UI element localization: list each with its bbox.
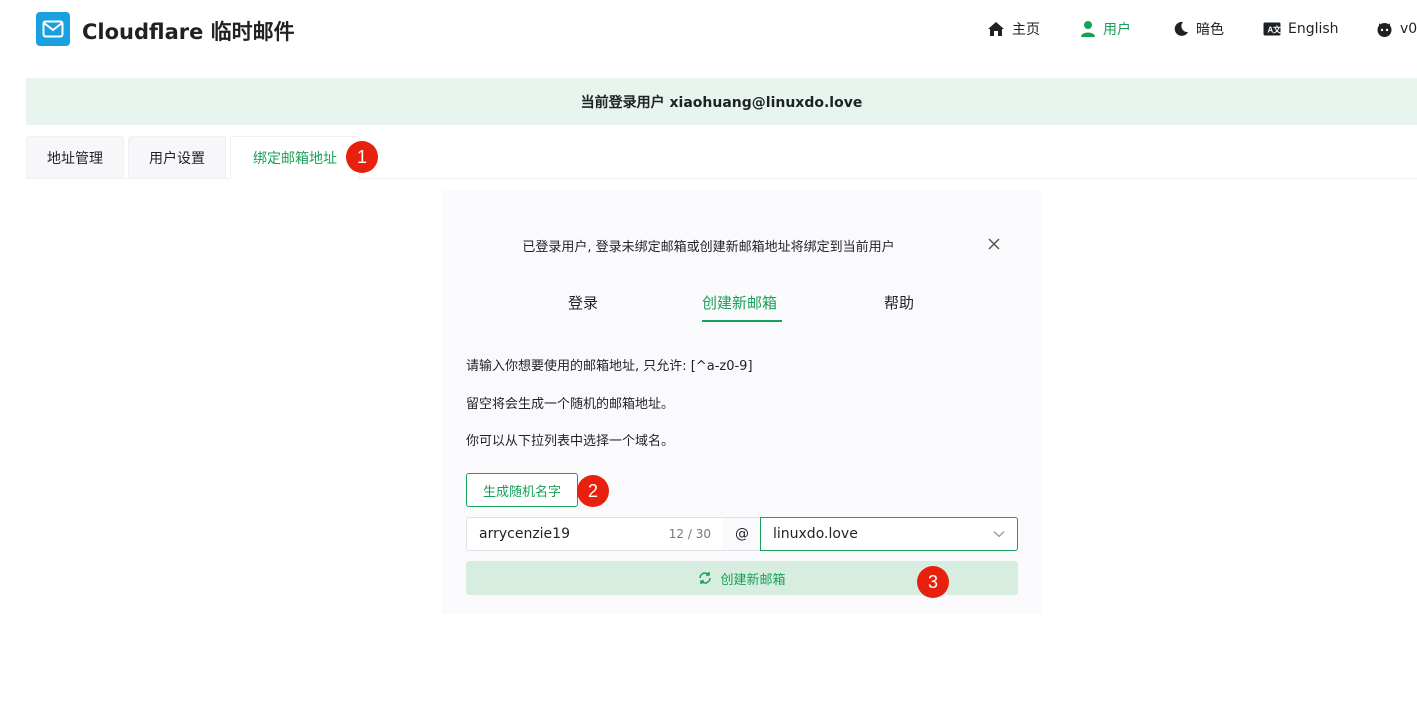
translate-icon: A文 xyxy=(1263,22,1281,36)
nav-user-label: 用户 xyxy=(1103,22,1131,38)
user-icon xyxy=(1081,21,1095,37)
app-title: Cloudflare 临时邮件 xyxy=(82,20,295,44)
moon-icon xyxy=(1174,21,1188,36)
nav-dark-mode[interactable]: 暗色 xyxy=(1173,18,1224,40)
card-title: 已登录用户, 登录未绑定邮箱或创建新邮箱地址将绑定到当前用户 xyxy=(522,240,895,255)
step-marker-2: 2 xyxy=(577,475,609,507)
step-marker-1: 1 xyxy=(346,141,378,173)
subtab-active-indicator xyxy=(702,320,782,322)
home-icon xyxy=(988,22,1004,36)
tab-user-settings[interactable]: 用户设置 xyxy=(128,136,226,179)
nav-home[interactable]: 主页 xyxy=(987,18,1040,40)
nav-home-label: 主页 xyxy=(1012,22,1040,38)
nav-version-label: v0. xyxy=(1400,21,1417,37)
subtab-help[interactable]: 帮助 xyxy=(884,292,914,313)
refresh-icon xyxy=(699,572,712,584)
at-separator: @ xyxy=(723,517,761,551)
tab-bind-address-label: 绑定邮箱地址 xyxy=(253,150,337,167)
current-user-text: 当前登录用户 xiaohuang@linuxdo.love xyxy=(580,94,863,111)
svg-text:文: 文 xyxy=(1273,25,1281,35)
chevron-down-icon xyxy=(993,531,1005,538)
mailbox-name-char-count: 12 / 30 xyxy=(668,527,711,541)
tab-user-settings-label: 用户设置 xyxy=(149,150,205,167)
mailbox-name-value: arrycenzie19 xyxy=(479,526,570,542)
domain-select[interactable]: linuxdo.love xyxy=(760,517,1018,551)
mailbox-name-input[interactable]: arrycenzie19 12 / 30 xyxy=(466,517,724,551)
github-icon xyxy=(1377,22,1392,37)
step-marker-3: 3 xyxy=(917,566,949,598)
nav-language-label: English xyxy=(1288,21,1339,37)
mail-logo-icon xyxy=(36,12,70,46)
nav-user[interactable]: 用户 xyxy=(1080,18,1131,40)
nav-dark-label: 暗色 xyxy=(1196,22,1224,38)
tab-bind-address[interactable]: 绑定邮箱地址 xyxy=(230,136,360,179)
generate-random-name-label: 生成随机名字 xyxy=(482,484,561,500)
close-icon[interactable] xyxy=(986,236,1002,252)
tab-address-management-label: 地址管理 xyxy=(47,150,103,167)
nav-github[interactable]: v0. xyxy=(1376,18,1417,40)
subtab-create-mailbox[interactable]: 创建新邮箱 xyxy=(702,292,777,313)
tab-address-management[interactable]: 地址管理 xyxy=(26,136,124,179)
subtab-login[interactable]: 登录 xyxy=(568,292,598,313)
domain-select-value: linuxdo.love xyxy=(773,526,858,542)
create-mailbox-label: 创建新邮箱 xyxy=(720,572,786,588)
nav-language[interactable]: A文 English xyxy=(1263,18,1339,40)
description-select-domain: 你可以从下拉列表中选择一个域名。 xyxy=(466,434,675,449)
current-user-banner: 当前登录用户 xiaohuang@linuxdo.love xyxy=(26,78,1417,125)
description-empty-random: 留空将会生成一个随机的邮箱地址。 xyxy=(466,397,675,412)
description-allowed-chars: 请输入你想要使用的邮箱地址, 只允许: [^a-z0-9] xyxy=(466,359,753,374)
generate-random-name-button[interactable]: 生成随机名字 xyxy=(466,473,578,507)
